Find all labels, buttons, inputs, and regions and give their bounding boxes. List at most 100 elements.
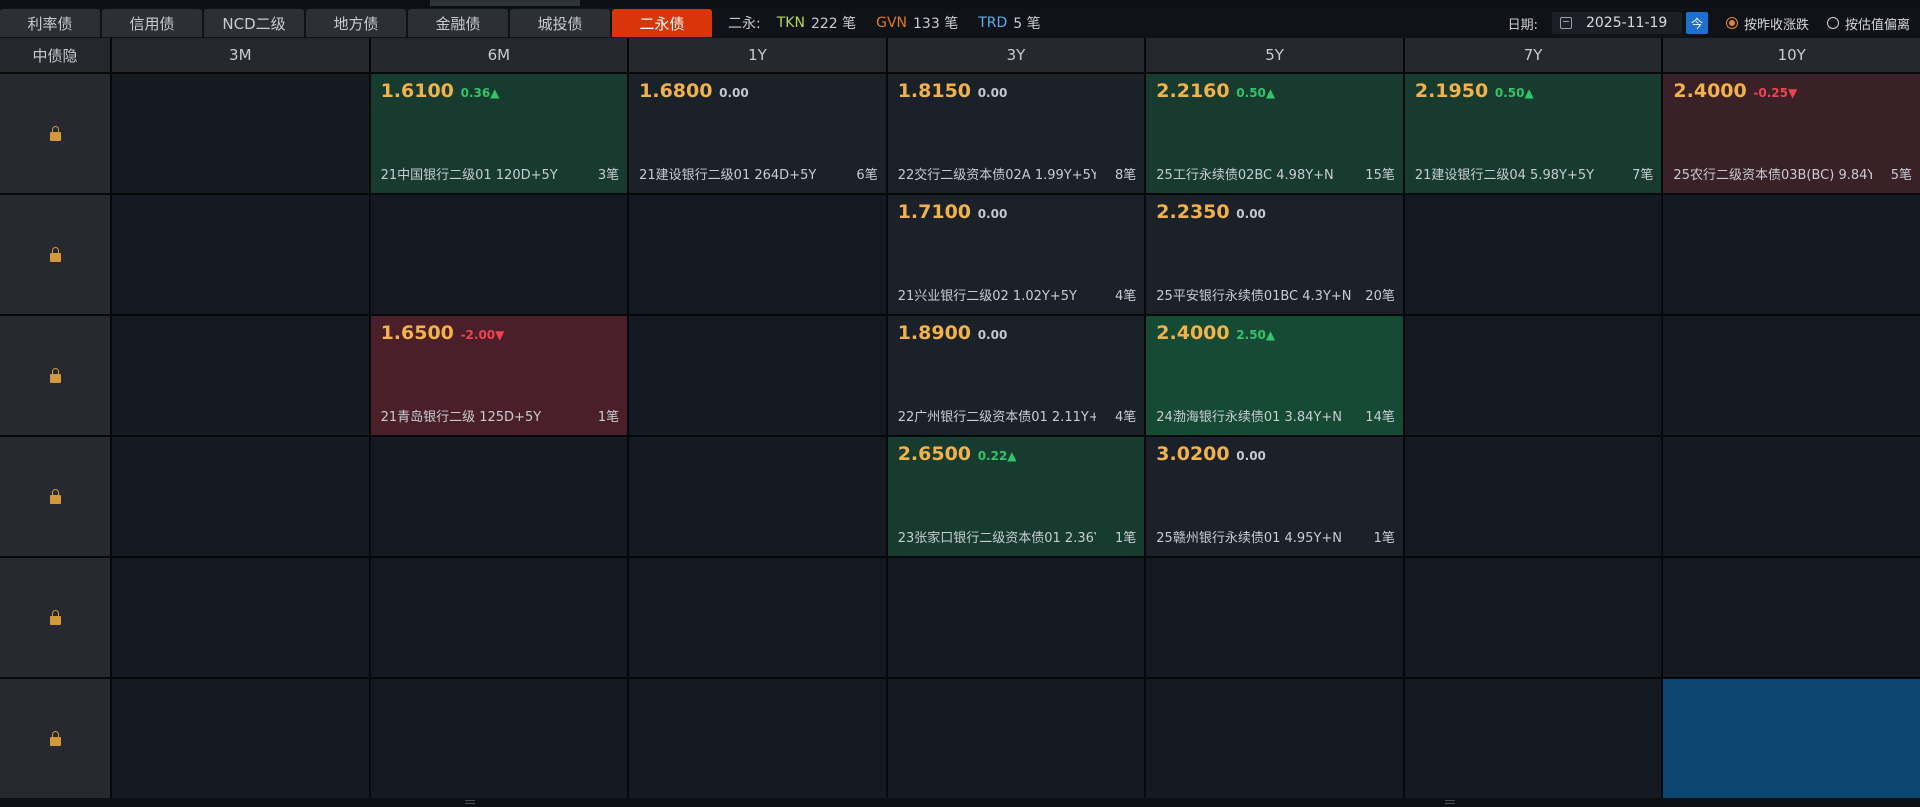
yield-value: 2.2160 [1156, 80, 1230, 102]
toolbar: 利率债 信用债 NCD二级 地方债 金融债 城投债 二永债 二永: TKN 222 笔 GV… [0, 8, 1920, 38]
empty-cell[interactable] [370, 437, 628, 556]
empty-cell[interactable] [370, 195, 628, 314]
quote-cell[interactable]: 2.2160 0.50▲ 25工行永续债02BC 4.98Y+N 15笔 [1146, 74, 1403, 193]
date-picker[interactable]: 2025-11-19 [1551, 12, 1682, 34]
yield-matrix: 中债隐 3M 6M 1Y 3Y 5Y 7Y 10Y 1.6100 0.36▲ 21中国银行二级01 … [0, 38, 1920, 798]
quote-cell[interactable]: 2.2350 0.00 25平安银行永续债01BC 4.3Y+N 20笔 [1146, 195, 1403, 314]
yield-value: 1.7100 [897, 201, 972, 223]
yield-change: 0.22▲ [977, 449, 1017, 463]
empty-cell[interactable] [629, 679, 886, 798]
category-tabs: 利率债 信用债 NCD二级 地方债 金融债 城投债 二永债 [0, 9, 712, 37]
stats-label: 二永: [728, 16, 761, 32]
row-lock-2[interactable] [0, 316, 110, 435]
yield-change: -2.00▼ [460, 328, 505, 342]
empty-cell[interactable] [1404, 679, 1662, 798]
row-lock-1[interactable] [0, 195, 110, 314]
empty-cell[interactable] [629, 316, 886, 435]
tab-3[interactable]: 地方债 [306, 9, 406, 37]
empty-cell[interactable] [1663, 437, 1920, 556]
radio-by-prev-close[interactable]: 按昨收涨跌 [1725, 14, 1809, 33]
row-lock-5[interactable] [0, 679, 110, 798]
empty-cell[interactable] [629, 195, 886, 314]
column-header-7Y[interactable]: 7Y [1404, 38, 1662, 72]
tab-0[interactable]: 利率债 [0, 9, 100, 37]
quote-cell[interactable]: 1.7100 0.00 21兴业银行二级02 1.02Y+5Y 4笔 [887, 195, 1145, 314]
yield-change: 2.50▲ [1236, 328, 1276, 342]
radio-label-valuation: 按估值偏离 [1844, 17, 1910, 33]
splitter-handle-right[interactable] [1445, 800, 1455, 804]
tab-2[interactable]: NCD二级 [204, 9, 304, 37]
yield-value: 1.8150 [897, 80, 972, 102]
column-header-6M[interactable]: 6M [370, 38, 628, 72]
yield-change: 0.50▲ [1494, 86, 1534, 100]
stat-gvn-count: 133 笔 [913, 16, 959, 32]
yield-value: 2.6500 [897, 443, 972, 465]
quote-cell[interactable]: 3.0200 0.00 25赣州银行永续债01 4.95Y+N 1笔 [1146, 437, 1403, 556]
quote-cell[interactable]: 1.6100 0.36▲ 21中国银行二级01 120D+5Y 3笔 [370, 74, 628, 193]
empty-cell[interactable] [1146, 679, 1403, 798]
empty-cell[interactable] [112, 437, 369, 556]
row-lock-4[interactable] [0, 558, 110, 677]
quote-cell[interactable]: 1.6800 0.00 21建设银行二级01 264D+5Y 6笔 [629, 74, 886, 193]
today-button[interactable]: 今 [1685, 12, 1708, 34]
lock-icon [49, 610, 61, 625]
quote-cell[interactable]: 2.4000 2.50▲ 24渤海银行永续债01 3.84Y+N 14笔 [1146, 316, 1403, 435]
quote-cell[interactable]: 2.4000 -0.25▼ 25农行二级资本债03B(BC) 9.84Y+5Y 5笔 [1663, 74, 1920, 193]
bond-name: 22广州银行二级资本债01 2.11Y+5Y [897, 410, 1097, 425]
empty-cell[interactable] [112, 195, 369, 314]
empty-cell[interactable] [1404, 316, 1662, 435]
stat-tkn-name: TKN [776, 15, 805, 31]
column-header-5Y[interactable]: 5Y [1146, 38, 1403, 72]
empty-cell[interactable] [1404, 195, 1662, 314]
tab-4[interactable]: 金融债 [408, 9, 508, 37]
row-lock-3[interactable] [0, 437, 110, 556]
empty-cell[interactable] [629, 558, 886, 677]
trade-count: 1笔 [1115, 531, 1137, 546]
quote-cell[interactable]: 1.8150 0.00 22交行二级资本债02A 1.99Y+5Y 8笔 [887, 74, 1145, 193]
yield-value: 2.4000 [1156, 322, 1230, 344]
empty-cell[interactable] [370, 558, 628, 677]
empty-cell[interactable] [112, 316, 369, 435]
radio-by-valuation-deviation[interactable]: 按估值偏离 [1826, 14, 1910, 33]
trade-count: 4笔 [1115, 289, 1137, 304]
column-header-3M[interactable]: 3M [112, 38, 369, 72]
empty-cell[interactable] [112, 74, 369, 193]
bond-name: 21建设银行二级04 5.98Y+5Y [1414, 168, 1595, 183]
quote-cell[interactable]: 1.8900 0.00 22广州银行二级资本债01 2.11Y+5Y 4笔 [887, 316, 1145, 435]
empty-cell[interactable] [887, 679, 1145, 798]
empty-cell[interactable] [1404, 437, 1662, 556]
quote-cell[interactable]: 2.6500 0.22▲ 23张家口银行二级资本债01 2.36Y+5Y 1笔 [887, 437, 1145, 556]
yield-change: 0.00 [719, 86, 749, 100]
tab-5[interactable]: 城投债 [510, 9, 610, 37]
yield-value: 2.4000 [1673, 80, 1747, 102]
empty-cell[interactable] [887, 558, 1145, 677]
empty-cell[interactable] [1663, 195, 1920, 314]
yield-change: 0.00 [977, 86, 1008, 100]
empty-cell[interactable] [112, 679, 369, 798]
column-header-1Y[interactable]: 1Y [629, 38, 886, 72]
date-label: 日期: [1507, 17, 1538, 33]
empty-cell[interactable] [112, 558, 369, 677]
window-tab-strip [430, 0, 580, 6]
empty-cell[interactable] [1404, 558, 1662, 677]
empty-cell[interactable] [370, 679, 628, 798]
yield-value: 1.6800 [639, 80, 713, 102]
row-lock-0[interactable] [0, 74, 110, 193]
yield-change: 0.36▲ [460, 86, 500, 100]
empty-cell[interactable] [629, 437, 886, 556]
lock-icon [49, 126, 61, 141]
quote-cell[interactable]: 1.6500 -2.00▼ 21青岛银行二级 125D+5Y 1笔 [370, 316, 628, 435]
empty-cell[interactable] [1146, 558, 1403, 677]
splitter-handle-left[interactable] [465, 800, 475, 804]
column-header-3Y[interactable]: 3Y [887, 38, 1145, 72]
column-header-10Y[interactable]: 10Y [1663, 38, 1920, 72]
quote-cell[interactable]: 2.1950 0.50▲ 21建设银行二级04 5.98Y+5Y 7笔 [1404, 74, 1662, 193]
bond-name: 21青岛银行二级 125D+5Y [380, 410, 542, 425]
radio-dot-unchecked [1826, 17, 1839, 29]
tab-6[interactable]: 二永债 [612, 9, 712, 37]
empty-cell[interactable] [1663, 316, 1920, 435]
empty-cell[interactable] [1663, 558, 1920, 677]
calendar-icon[interactable] [1559, 17, 1572, 29]
selected-cell[interactable] [1663, 679, 1920, 798]
tab-1[interactable]: 信用债 [102, 9, 202, 37]
